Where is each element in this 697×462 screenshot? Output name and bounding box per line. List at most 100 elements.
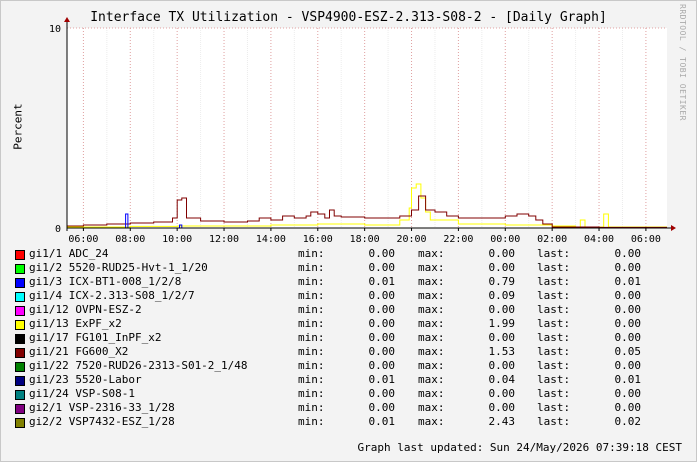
legend-last-value: 0.00 xyxy=(614,289,642,302)
legend-last-label: last: xyxy=(537,247,571,260)
x-tick-label: 20:00 xyxy=(396,234,426,245)
legend-last-label: last: xyxy=(537,415,571,428)
legend-min-label: min: xyxy=(298,415,325,428)
legend-min-value: 0.00 xyxy=(368,317,396,330)
legend-min-value: 0.00 xyxy=(368,303,396,316)
legend-min-label: min: xyxy=(298,317,325,330)
legend-last-label: last: xyxy=(537,331,571,344)
legend-min-value: 0.01 xyxy=(368,415,396,428)
legend-last-value: 0.00 xyxy=(614,387,642,400)
x-tick-label: 16:00 xyxy=(303,234,333,245)
legend-swatch xyxy=(15,404,25,414)
x-tick-label: 04:00 xyxy=(584,234,614,245)
legend-max-value: 1.99 xyxy=(488,317,516,330)
legend-name: gi1/22 7520-RUD26-2313-S01-2_1/48 xyxy=(29,359,248,372)
legend-last-value: 0.00 xyxy=(614,303,642,316)
legend-swatch xyxy=(15,250,25,260)
legend-max-value: 0.00 xyxy=(488,303,516,316)
legend-last-value: 0.01 xyxy=(614,373,642,386)
legend-last-value: 0.02 xyxy=(614,415,642,428)
legend-name: gi1/12 OVPN-ESZ-2 xyxy=(29,303,142,316)
legend-swatch xyxy=(15,362,25,372)
legend-max-value: 1.53 xyxy=(488,345,516,358)
x-tick-label: 10:00 xyxy=(162,234,192,245)
legend-max-label: max: xyxy=(418,387,445,400)
legend-max-label: max: xyxy=(418,247,445,260)
legend-min-label: min: xyxy=(298,261,325,274)
legend-max-value: 0.04 xyxy=(488,373,516,386)
legend-name: gi1/13 ExPF_x2 xyxy=(29,317,122,330)
legend-max-label: max: xyxy=(418,289,445,302)
y-axis-arrow xyxy=(64,17,70,22)
legend-max-value: 2.43 xyxy=(488,415,516,428)
legend-max-label: max: xyxy=(418,415,445,428)
legend-name: gi2/1 VSP-2316-33_1/28 xyxy=(29,401,175,414)
legend-last-label: last: xyxy=(537,317,571,330)
legend-min-value: 0.00 xyxy=(368,247,396,260)
legend-min-value: 0.01 xyxy=(368,373,396,386)
legend-max-label: max: xyxy=(418,345,445,358)
legend-name: gi1/17 FG101_InPF_x2 xyxy=(29,331,162,344)
legend-name: gi1/2 5520-RUD25-Hvt-1_1/20 xyxy=(29,261,208,274)
legend-name: gi2/2 VSP7432-ESZ_1/28 xyxy=(29,415,175,428)
legend-max-value: 0.09 xyxy=(488,289,516,302)
legend-swatch xyxy=(15,264,25,274)
x-tick-label: 06:00 xyxy=(631,234,661,245)
legend-max-label: max: xyxy=(418,359,445,372)
legend-name: gi1/1 ADC_24 xyxy=(29,247,109,260)
legend-last-label: last: xyxy=(537,261,571,274)
legend-min-value: 0.00 xyxy=(368,289,396,302)
legend-max-value: 0.00 xyxy=(488,387,516,400)
legend-name: gi1/21 FG600_X2 xyxy=(29,345,129,358)
legend-name: gi1/4 ICX-2.313-S08_1/2/7 xyxy=(29,289,195,302)
legend-name: gi1/24 VSP-S08-1 xyxy=(29,387,135,400)
legend-min-value: 0.00 xyxy=(368,359,396,372)
legend-last-value: 0.00 xyxy=(614,359,642,372)
legend-last-label: last: xyxy=(537,373,571,386)
legend-swatch xyxy=(15,418,25,428)
legend-name: gi1/23 5520-Labor xyxy=(29,373,142,386)
legend-max-value: 0.00 xyxy=(488,331,516,344)
legend-swatch xyxy=(15,376,25,386)
legend-last-label: last: xyxy=(537,275,571,288)
legend-last-value: 0.00 xyxy=(614,331,642,344)
legend-last-value: 0.01 xyxy=(614,275,642,288)
legend-last-value: 0.00 xyxy=(614,401,642,414)
legend-min-label: min: xyxy=(298,289,325,302)
legend-min-value: 0.01 xyxy=(368,275,396,288)
legend-swatch xyxy=(15,306,25,316)
x-tick-label: 22:00 xyxy=(443,234,473,245)
legend-max-label: max: xyxy=(418,303,445,316)
legend-max-label: max: xyxy=(418,275,445,288)
legend-max-label: max: xyxy=(418,401,445,414)
x-tick-label: 06:00 xyxy=(68,234,98,245)
legend-max-value: 0.00 xyxy=(488,247,516,260)
legend-max-value: 0.00 xyxy=(488,359,516,372)
x-axis-arrow xyxy=(671,225,676,231)
plot-area xyxy=(67,28,667,228)
legend-min-label: min: xyxy=(298,345,325,358)
legend-min-label: min: xyxy=(298,247,325,260)
legend-min-value: 0.00 xyxy=(368,401,396,414)
legend-max-value: 0.79 xyxy=(488,275,516,288)
legend-max-value: 0.00 xyxy=(488,401,516,414)
legend-min-label: min: xyxy=(298,373,325,386)
legend-min-value: 0.00 xyxy=(368,345,396,358)
legend-min-value: 0.00 xyxy=(368,331,396,344)
x-tick-label: 12:00 xyxy=(209,234,239,245)
y-tick-label: 10 xyxy=(49,24,61,35)
x-tick-label: 14:00 xyxy=(256,234,286,245)
legend-swatch xyxy=(15,390,25,400)
legend-name: gi1/3 ICX-BT1-008_1/2/8 xyxy=(29,275,182,288)
legend-last-label: last: xyxy=(537,345,571,358)
legend-last-label: last: xyxy=(537,303,571,316)
legend-last-value: 0.00 xyxy=(614,247,642,260)
legend-last-label: last: xyxy=(537,387,571,400)
x-tick-label: 00:00 xyxy=(490,234,520,245)
y-tick-label: 0 xyxy=(55,224,61,235)
legend-swatch xyxy=(15,334,25,344)
legend-min-label: min: xyxy=(298,275,325,288)
legend-min-value: 0.00 xyxy=(368,387,396,400)
legend-min-value: 0.00 xyxy=(368,261,396,274)
legend-min-label: min: xyxy=(298,331,325,344)
